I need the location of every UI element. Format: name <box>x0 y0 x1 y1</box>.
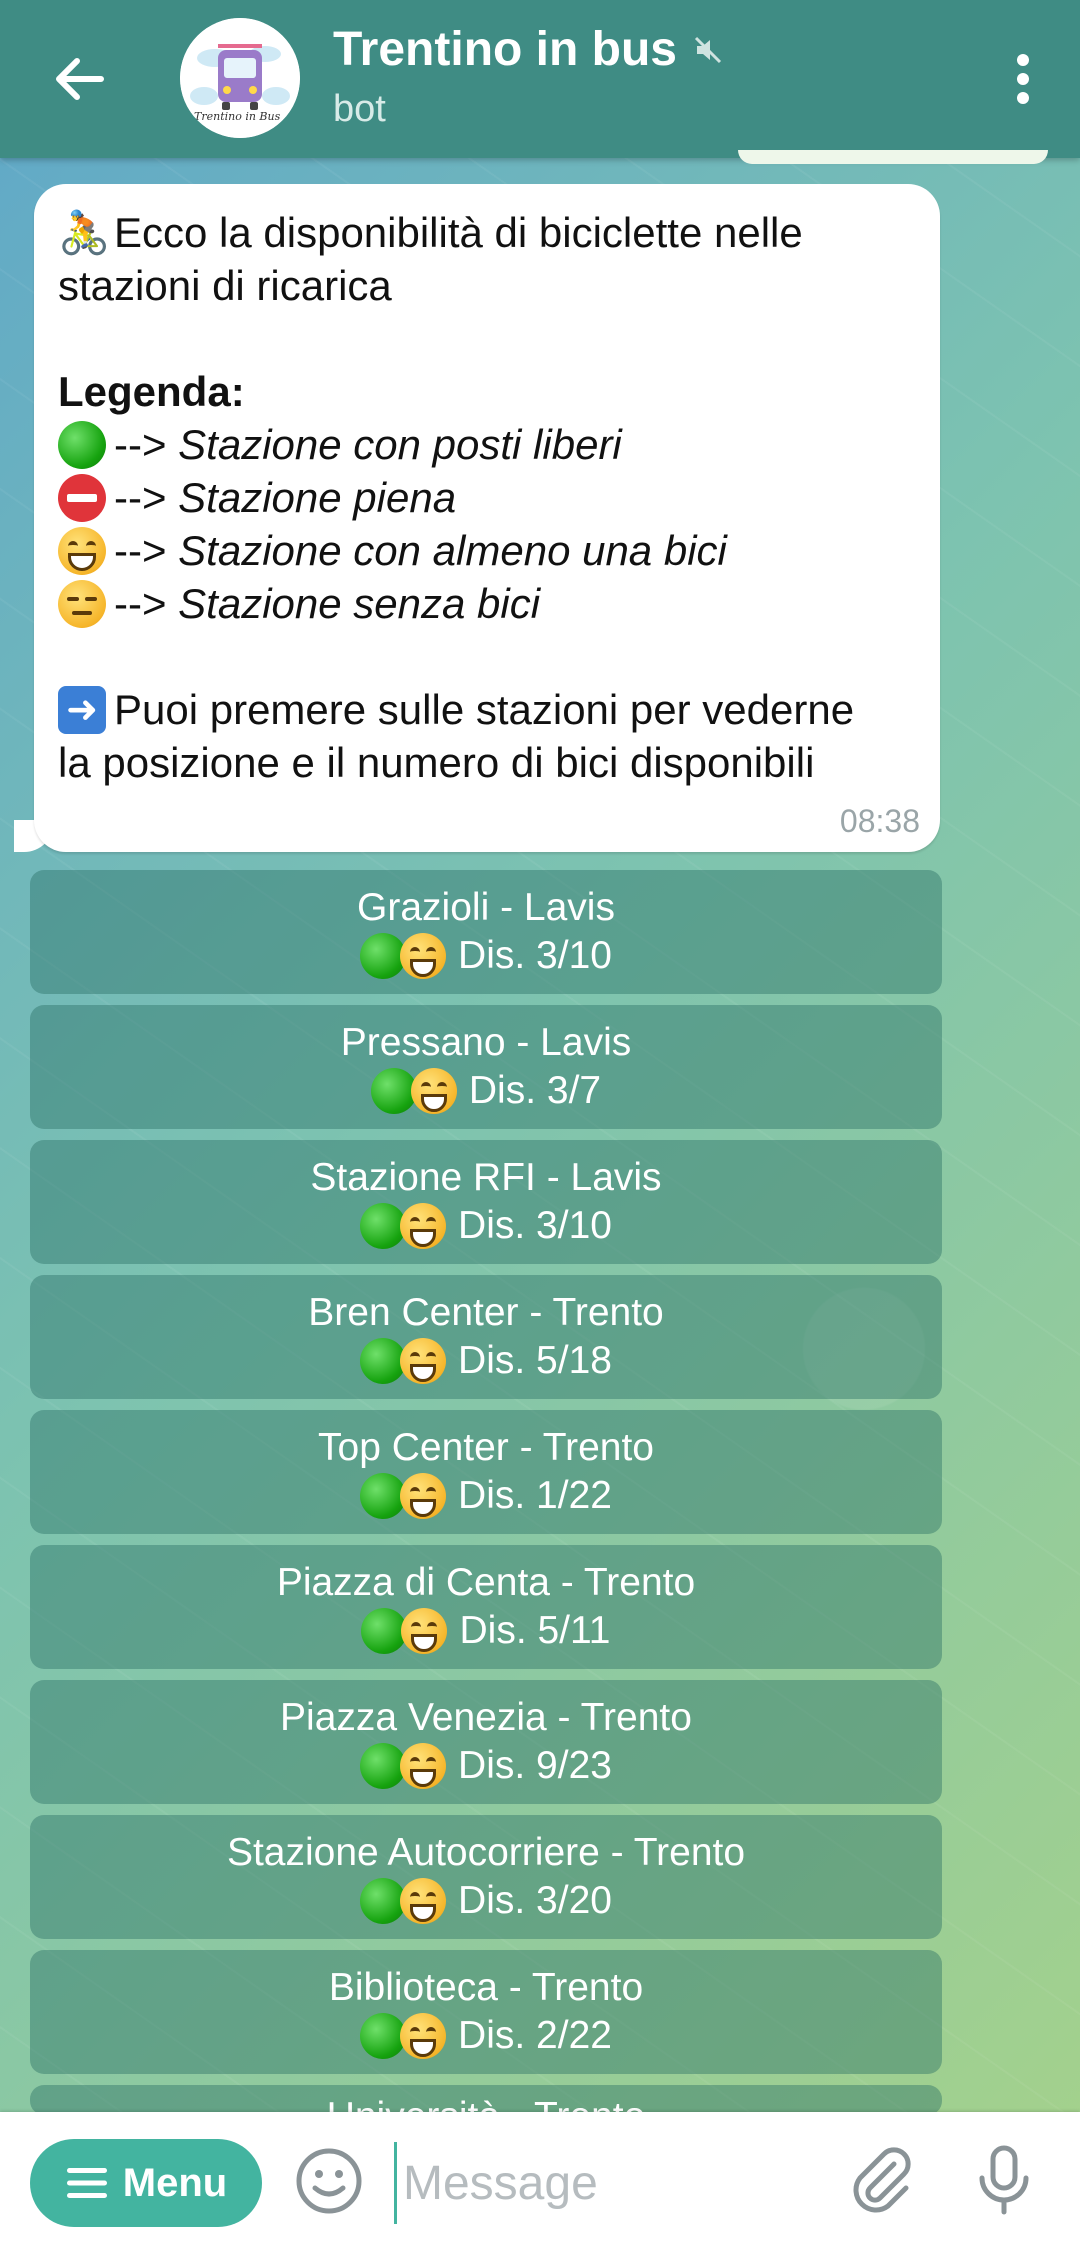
station-availability: Dis. 3/7 <box>468 1069 602 1112</box>
legend-arrow: --> <box>114 421 167 468</box>
menu-icon <box>66 2168 107 2198</box>
cyclist-icon: 🚴 <box>58 208 111 256</box>
green-circle-icon <box>370 1068 417 1114</box>
arrow-right-icon: ➜ <box>58 685 106 734</box>
legend-arrow: --> <box>114 474 167 521</box>
bot-message-bubble[interactable]: 🚴 Ecco la disponibilità di biciclette ne… <box>34 184 940 852</box>
station-button[interactable]: Stazione RFI - Lavis Dis. 3/10 <box>30 1140 942 1264</box>
station-button[interactable]: Università - Trento <box>30 2085 942 2115</box>
microphone-icon <box>979 2145 1029 2215</box>
message-time: 08:38 <box>839 803 920 839</box>
more-vertical-icon <box>1017 54 1029 104</box>
station-availability: Dis. 2/22 <box>458 2014 612 2057</box>
bot-menu-button[interactable]: Menu <box>30 2139 262 2227</box>
station-button[interactable]: Top Center - Trento Dis. 1/22 <box>30 1410 942 1534</box>
station-availability: Dis. 5/11 <box>459 1609 611 1652</box>
station-button[interactable]: Biblioteca - Trento Dis. 2/22 <box>30 1950 942 2074</box>
station-availability: Dis. 5/18 <box>458 1339 612 1382</box>
grinning-face-icon <box>400 2013 447 2059</box>
grinning-face-icon <box>400 1473 447 1519</box>
station-button[interactable]: Pressano - Lavis Dis. 3/7 <box>30 1005 942 1129</box>
legend-item: --> Stazione senza bici <box>58 577 938 630</box>
intro-text-1: Ecco la disponibilità di biciclette nell… <box>114 209 803 256</box>
station-name: Stazione RFI - Lavis <box>310 1156 662 1199</box>
menu-label: Menu <box>122 2160 228 2205</box>
station-availability: Dis. 9/23 <box>458 1744 612 1787</box>
chat-subtitle: bot <box>333 88 386 130</box>
more-options-button[interactable] <box>988 44 1058 114</box>
station-button[interactable]: Bren Center - Trento Dis. 5/18 <box>30 1275 942 1399</box>
message-text: 🚴 Ecco la disponibilità di biciclette ne… <box>58 206 938 789</box>
station-keyboard: Grazioli - Lavis Dis. 3/10 Pressano - La… <box>30 870 942 2126</box>
station-name: Pressano - Lavis <box>340 1021 632 1064</box>
grinning-face-icon <box>400 1878 447 1924</box>
legend-text: Stazione piena <box>178 474 457 521</box>
previous-message-edge <box>738 150 1048 164</box>
avatar-text: Trentino in Bus <box>194 110 281 123</box>
legend-text: Stazione senza bici <box>178 580 541 627</box>
microphone-button[interactable] <box>966 2142 1042 2218</box>
speaker-muted-icon <box>694 36 722 63</box>
grinning-face-icon <box>58 526 106 575</box>
station-button[interactable]: Grazioli - Lavis Dis. 3/10 <box>30 870 942 994</box>
station-name: Biblioteca - Trento <box>328 1966 644 2009</box>
station-availability: Dis. 3/10 <box>458 934 612 977</box>
emoji-button[interactable] <box>294 2146 364 2216</box>
station-button[interactable]: Stazione Autocorriere - Trento Dis. 3/20 <box>30 1815 942 1939</box>
grinning-face-icon <box>401 1608 448 1654</box>
paperclip-icon <box>853 2147 911 2213</box>
intro-text-2: stazioni di ricarica <box>58 262 392 309</box>
grinning-face-icon <box>410 1068 457 1114</box>
station-name: Grazioli - Lavis <box>357 886 615 929</box>
station-availability: Dis. 3/20 <box>458 1879 612 1922</box>
chat-header: Trentino in Bus Trentino in bus bot <box>0 0 1080 158</box>
legend-title: Legenda: <box>58 368 245 415</box>
footer-text-1: Puoi premere sulle stazioni per vederne <box>114 686 855 733</box>
smiley-icon <box>296 2148 362 2214</box>
footer-text-2: la posizione e il numero di bici disponi… <box>58 739 815 786</box>
station-availability: Dis. 1/22 <box>458 1474 612 1517</box>
attach-button[interactable] <box>842 2142 918 2218</box>
grinning-face-icon <box>400 1743 447 1789</box>
station-button[interactable]: Piazza Venezia - Trento Dis. 9/23 <box>30 1680 942 1804</box>
back-button[interactable] <box>40 46 118 112</box>
legend-item: --> Stazione piena <box>58 471 938 524</box>
avatar[interactable]: Trentino in Bus <box>180 18 300 138</box>
legend-arrow: --> <box>114 580 167 627</box>
no-entry-icon <box>58 473 106 522</box>
station-availability: Dis. 3/10 <box>458 1204 612 1247</box>
chat-title[interactable]: Trentino in bus <box>333 22 723 77</box>
arrow-left-icon <box>56 58 104 100</box>
legend-arrow: --> <box>114 527 167 574</box>
grinning-face-icon <box>400 1338 447 1384</box>
station-name: Bren Center - Trento <box>308 1291 664 1334</box>
legend-text: Stazione con posti liberi <box>178 421 622 468</box>
grinning-face-icon <box>400 933 447 979</box>
chat-title-text: Trentino in bus <box>333 23 677 76</box>
legend-text: Stazione con almeno una bici <box>178 527 727 574</box>
station-name: Piazza Venezia - Trento <box>280 1696 692 1739</box>
legend-item: --> Stazione con almeno una bici <box>58 524 938 577</box>
message-input[interactable] <box>394 2142 805 2224</box>
grinning-face-icon <box>400 1203 447 1249</box>
station-name: Top Center - Trento <box>318 1426 654 1469</box>
station-name: Stazione Autocorriere - Trento <box>226 1831 746 1874</box>
expressionless-face-icon <box>58 579 106 628</box>
green-circle-icon <box>58 420 106 469</box>
footer-line: ➜ Puoi premere sulle stazioni per vedern… <box>58 683 938 736</box>
station-button[interactable]: Piazza di Centa - Trento Dis. 5/11 <box>30 1545 942 1669</box>
message-input-bar: Menu <box>0 2112 1080 2248</box>
intro-line: 🚴 Ecco la disponibilità di biciclette ne… <box>58 206 938 259</box>
legend-item: --> Stazione con posti liberi <box>58 418 938 471</box>
station-name: Piazza di Centa - Trento <box>276 1561 696 1604</box>
